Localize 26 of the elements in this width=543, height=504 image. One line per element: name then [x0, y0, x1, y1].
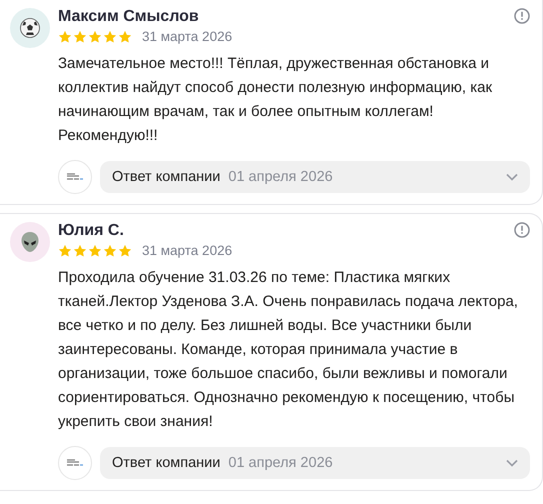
company-logo	[58, 446, 92, 480]
star-icon	[88, 244, 102, 258]
star-icon	[73, 244, 87, 258]
soccer-ball-icon	[20, 18, 40, 38]
star-icon	[118, 30, 132, 44]
review-date: 31 марта 2026	[142, 29, 232, 44]
star-icon	[103, 244, 117, 258]
alien-head-icon	[20, 231, 40, 253]
chevron-icon	[506, 173, 518, 181]
chevron-icon	[506, 459, 518, 467]
company-logo	[58, 160, 92, 194]
star-icon	[73, 30, 87, 44]
author-name: Максим Смыслов	[58, 7, 199, 27]
review-text: Замечательное место!!! Тёплая, дружественная обстановка и коллектив найдут способ донести полезную информацию, как начинающим врачам, так и более опытным коллегам! Рекомендую!!!	[58, 54, 494, 146]
company-reply-toggle[interactable]: Ответ компании 01 апреля 2026	[100, 161, 530, 193]
info-icon[interactable]	[514, 8, 530, 24]
star-icon	[118, 244, 132, 258]
author-name: Юлия С.	[58, 221, 124, 241]
star-icon	[88, 30, 102, 44]
star-icon	[103, 30, 117, 44]
star-icon	[58, 244, 72, 258]
star-icon	[58, 30, 72, 44]
review-date: 31 марта 2026	[142, 243, 232, 258]
info-icon[interactable]	[514, 222, 530, 238]
review-text: Проходила обучение 31.03.26 по теме: Пластика мягких тканей.Лектор Узденова З.А. Очень понравилась подача лектора, все четко и по делу. Без лишней воды. Все участники были заинтересованы. Команде, которая принимала участие в организации, тоже большое спасибо, были вежливы и помогали сориентироваться. Однозначно рекомендую к посещению, чтобы укрепить свои знания!	[58, 268, 519, 432]
company-reply-toggle[interactable]: Ответ компании 01 апреля 2026	[100, 447, 530, 479]
